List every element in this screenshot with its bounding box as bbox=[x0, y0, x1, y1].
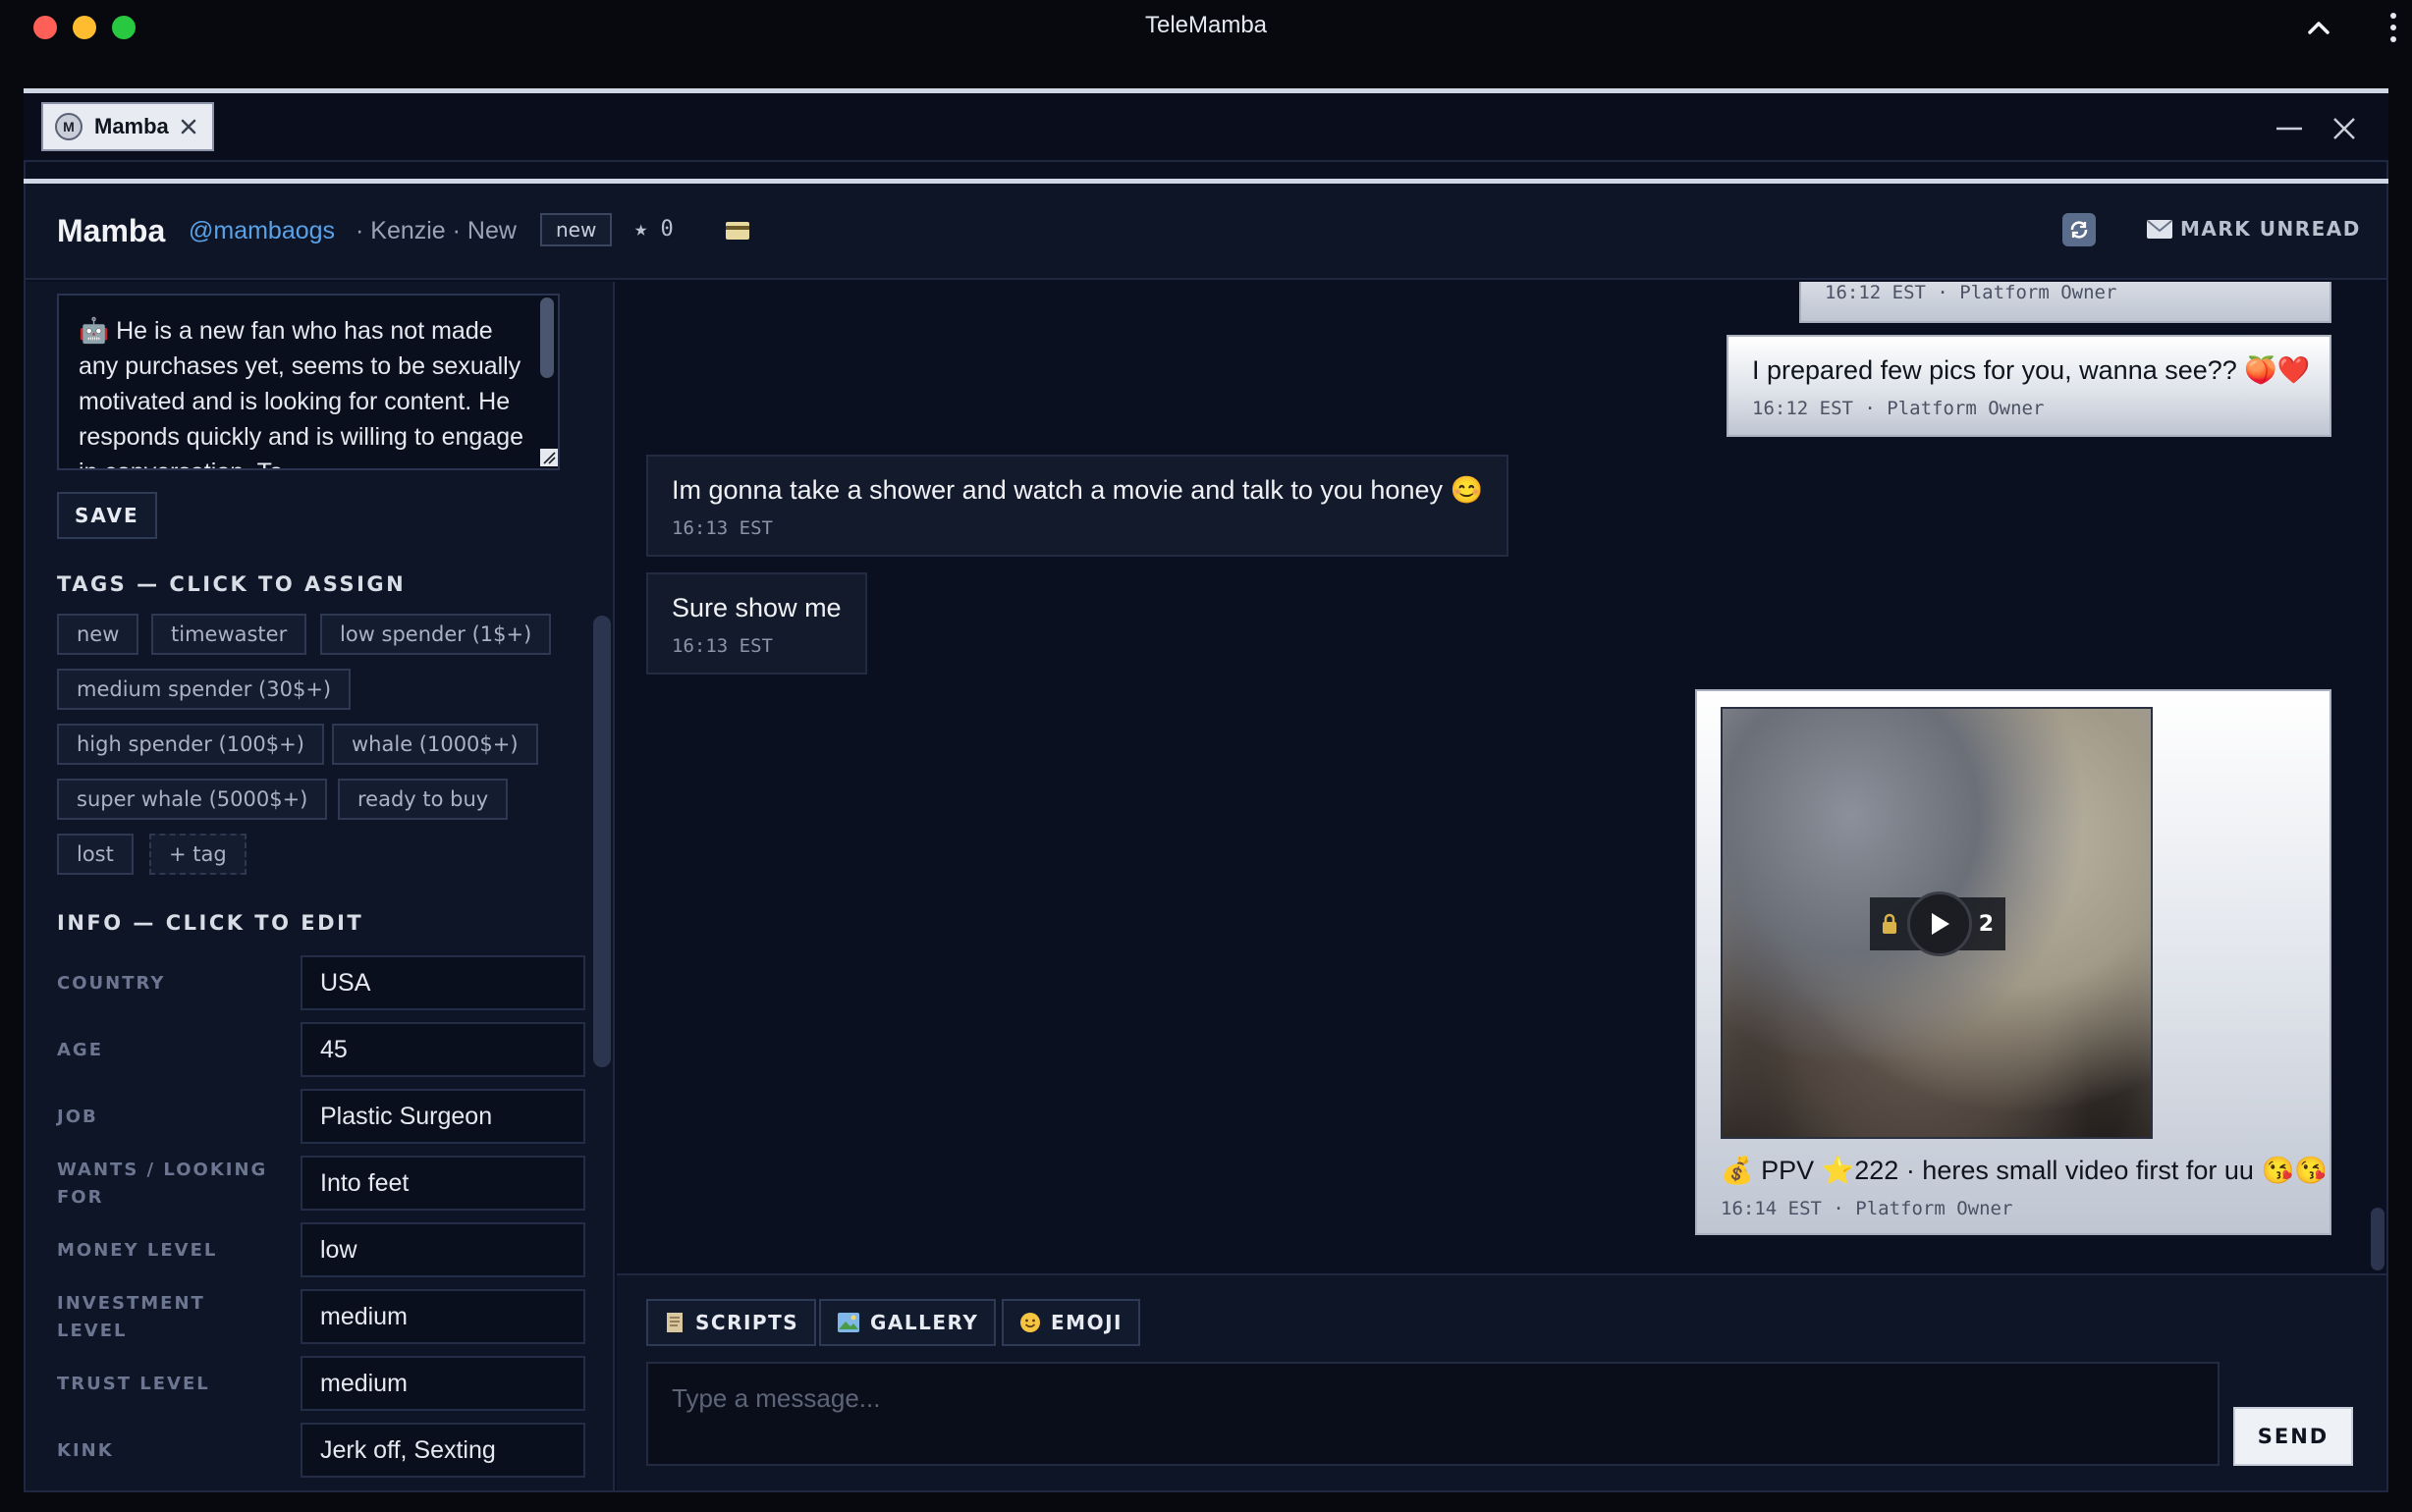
message-text: Sure show me bbox=[672, 593, 842, 622]
smiley-icon bbox=[1020, 1313, 1040, 1332]
message-meta: 16:12 EST · Platform Owner bbox=[1825, 282, 2117, 303]
chevron-up-icon[interactable] bbox=[2304, 14, 2333, 43]
info-label: COUNTRY bbox=[57, 973, 166, 994]
save-button[interactable]: SAVE bbox=[57, 492, 157, 539]
message-text: I prepared few pics for you, wanna see??… bbox=[1752, 355, 2311, 385]
tag-lost[interactable]: lost bbox=[57, 834, 134, 875]
status-badge: new bbox=[540, 213, 613, 246]
minimize-icon[interactable] bbox=[2275, 116, 2304, 141]
lock-icon bbox=[1883, 913, 1896, 934]
message-meta: 16:12 EST · Platform Owner bbox=[1752, 398, 2045, 419]
gallery-button[interactable]: GALLERY bbox=[819, 1299, 997, 1346]
title-bar: TeleMamba bbox=[0, 0, 2412, 57]
resize-handle-icon[interactable] bbox=[540, 449, 558, 466]
star-count: ★ 0 bbox=[634, 217, 674, 242]
message-meta: 16:13 EST bbox=[672, 517, 773, 539]
info-label: AGE bbox=[57, 1040, 104, 1060]
info-row-trust-level: TRUST LEVEL medium bbox=[57, 1356, 587, 1413]
tag-ready-to-buy[interactable]: ready to buy bbox=[338, 779, 509, 820]
media-count: 2 bbox=[1978, 911, 1994, 937]
app-title: TeleMamba bbox=[1144, 12, 1268, 38]
tag-new[interactable]: new bbox=[57, 614, 139, 655]
notes-scrollbar[interactable] bbox=[540, 297, 554, 378]
envelope-icon bbox=[2147, 219, 2172, 239]
chat-header: Mamba @mambaogs · Kenzie · New new ★ 0 M… bbox=[26, 184, 2386, 280]
gallery-label: GALLERY bbox=[870, 1311, 979, 1334]
tag-timewaster[interactable]: timewaster bbox=[151, 614, 307, 655]
contact-name: Mamba bbox=[57, 213, 166, 248]
info-row-job: JOB Plastic Surgeon bbox=[57, 1089, 587, 1146]
refresh-button[interactable] bbox=[2062, 213, 2096, 246]
close-icon[interactable] bbox=[179, 117, 198, 136]
info-row-kink: KINK Jerk off, Sexting bbox=[57, 1423, 587, 1480]
tag-medium-spender[interactable]: medium spender (30$+) bbox=[57, 669, 352, 710]
message-incoming: Sure show me 16:13 EST bbox=[646, 572, 867, 675]
more-vertical-icon[interactable] bbox=[2381, 10, 2406, 45]
message-meta: 16:13 EST bbox=[672, 635, 773, 657]
tag-whale[interactable]: whale (1000$+) bbox=[332, 724, 538, 765]
info-label: MONEY LEVEL bbox=[57, 1240, 218, 1261]
trust-level-field[interactable]: medium bbox=[301, 1356, 585, 1411]
job-field[interactable]: Plastic Surgeon bbox=[301, 1089, 585, 1144]
info-row-money-level: MONEY LEVEL low bbox=[57, 1222, 587, 1279]
send-button[interactable]: SEND bbox=[2233, 1407, 2353, 1466]
tags-title: TAGS — CLICK TO ASSIGN bbox=[57, 572, 407, 596]
panel-scrollbar[interactable] bbox=[593, 616, 611, 1067]
info-title: INFO — CLICK TO EDIT bbox=[57, 911, 364, 935]
investment-level-field[interactable]: medium bbox=[301, 1289, 585, 1344]
tag-low-spender[interactable]: low spender (1$+) bbox=[320, 614, 552, 655]
contact-handle[interactable]: @mambaogs bbox=[189, 217, 335, 245]
message-outgoing: I prepared few pics for you, wanna see??… bbox=[1727, 335, 2331, 437]
info-row-wants: WANTS / LOOKING FOR Into feet bbox=[57, 1156, 587, 1213]
fan-details-panel: 🤖 He is a new fan who has not made any p… bbox=[26, 282, 615, 1490]
scroll-icon bbox=[667, 1313, 683, 1332]
avatar: M bbox=[55, 113, 82, 140]
message-incoming: Im gonna take a shower and watch a movie… bbox=[646, 455, 1509, 557]
kink-field[interactable]: Jerk off, Sexting bbox=[301, 1423, 585, 1478]
info-label: INVESTMENT LEVEL bbox=[57, 1293, 205, 1341]
info-label: JOB bbox=[57, 1107, 98, 1127]
info-row-investment-level: INVESTMENT LEVEL medium bbox=[57, 1289, 587, 1346]
credit-card-icon bbox=[726, 222, 749, 240]
tab-mamba[interactable]: M Mamba bbox=[41, 102, 214, 151]
image-icon bbox=[838, 1313, 859, 1332]
message-outgoing: 16:12 EST · Platform Owner bbox=[1799, 282, 2331, 323]
contact-meta: · Kenzie · New bbox=[356, 217, 517, 244]
wants-field[interactable]: Into feet bbox=[301, 1156, 585, 1211]
message-text: 💰 PPV ⭐222 · heres small video first for… bbox=[1721, 1156, 2328, 1185]
mark-unread-label: MARK UNREAD bbox=[2180, 217, 2361, 241]
play-button[interactable] bbox=[1907, 891, 1972, 956]
info-row-country: COUNTRY USA bbox=[57, 955, 587, 1012]
info-label: TRUST LEVEL bbox=[57, 1374, 210, 1394]
tab-strip bbox=[24, 93, 2388, 162]
age-field[interactable]: 45 bbox=[301, 1022, 585, 1077]
tag-super-whale[interactable]: super whale (5000$+) bbox=[57, 779, 328, 820]
info-label: WANTS / LOOKING FOR bbox=[57, 1160, 268, 1208]
chat-scrollbar[interactable] bbox=[2371, 1208, 2385, 1270]
country-field[interactable]: USA bbox=[301, 955, 585, 1010]
info-row-age: AGE 45 bbox=[57, 1022, 587, 1079]
message-text: Im gonna take a shower and watch a movie… bbox=[672, 475, 1484, 505]
message-meta: 16:14 EST · Platform Owner bbox=[1721, 1198, 2013, 1219]
refresh-icon bbox=[2070, 221, 2088, 239]
tag-high-spender[interactable]: high spender (100$+) bbox=[57, 724, 324, 765]
tab-label: Mamba bbox=[94, 114, 169, 138]
message-list: 16:12 EST · Platform Owner I prepared fe… bbox=[617, 282, 2386, 1273]
emoji-label: EMOJI bbox=[1051, 1311, 1123, 1334]
money-level-field[interactable]: low bbox=[301, 1222, 585, 1277]
message-input[interactable] bbox=[646, 1362, 2220, 1466]
scripts-button[interactable]: SCRIPTS bbox=[646, 1299, 817, 1346]
notes-textarea[interactable]: 🤖 He is a new fan who has not made any p… bbox=[57, 294, 560, 470]
composer: SCRIPTS GALLERY EMOJI SEND bbox=[617, 1273, 2386, 1490]
add-tag-button[interactable]: + tag bbox=[149, 834, 247, 875]
play-icon bbox=[1932, 913, 1949, 935]
scripts-label: SCRIPTS bbox=[695, 1311, 799, 1334]
mark-unread-button[interactable]: MARK UNREAD bbox=[2147, 217, 2361, 241]
info-label: KINK bbox=[57, 1440, 114, 1461]
media-thumbnail[interactable]: 2 bbox=[1721, 707, 2153, 1139]
close-icon[interactable] bbox=[2330, 114, 2359, 143]
message-outgoing-ppv: 2 💰 PPV ⭐222 · heres small video first f… bbox=[1695, 689, 2331, 1235]
emoji-button[interactable]: EMOJI bbox=[1002, 1299, 1140, 1346]
